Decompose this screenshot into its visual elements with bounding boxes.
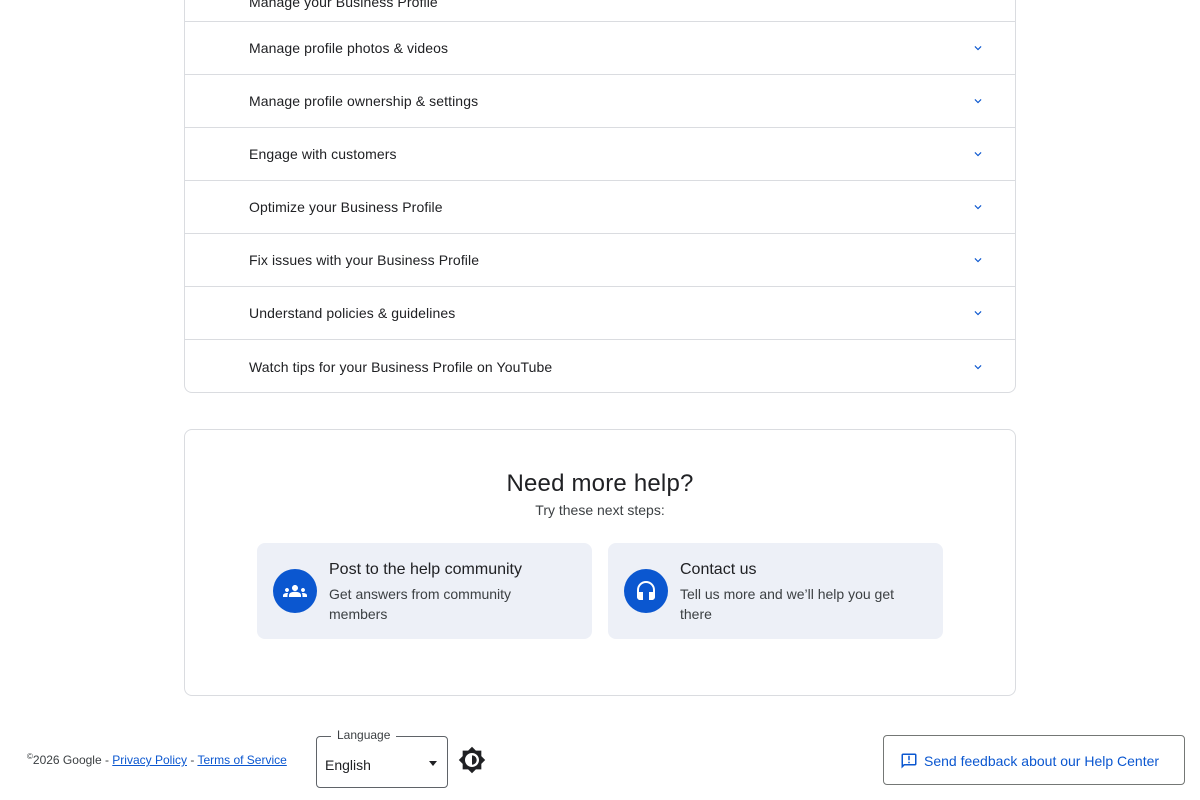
chevron-down-icon (974, 258, 982, 263)
language-label: Language (331, 728, 397, 742)
accordion-item-label: Understand policies & guidelines (249, 305, 456, 321)
theme-toggle-button[interactable] (458, 746, 486, 774)
feedback-label: Send feedback about our Help Center (924, 753, 1160, 769)
topic-accordion: Manage your Business Profile Manage prof… (184, 0, 1016, 393)
send-feedback-button[interactable]: Send feedback about our Help Center (883, 735, 1185, 785)
help-subtitle: Try these next steps: (535, 502, 665, 518)
help-title: Need more help? (506, 470, 694, 497)
accordion-item-label: Watch tips for your Business Profile on … (249, 358, 553, 375)
accordion-item-youtube-tips[interactable]: Watch tips for your Business Profile on … (185, 340, 1015, 392)
brightness-icon (458, 746, 486, 774)
accordion-item-ownership-settings[interactable]: Manage profile ownership & settings (185, 75, 1015, 128)
copyright-text: 2026 Google - (32, 753, 113, 767)
privacy-policy-link[interactable]: Privacy Policy (112, 753, 187, 767)
accordion-item-label: Manage your Business Profile (249, 0, 438, 10)
accordion-item-label: Optimize your Business Profile (249, 199, 443, 215)
chevron-down-icon (974, 46, 982, 51)
terms-of-service-link[interactable]: Terms of Service (197, 753, 286, 767)
accordion-item-policies-guidelines[interactable]: Understand policies & guidelines (185, 287, 1015, 340)
post-to-community-option[interactable]: Post to the help community Get answers f… (257, 543, 592, 639)
option-title: Contact us (680, 561, 757, 578)
dropdown-caret-icon (429, 761, 437, 766)
accordion-item-label: Manage profile photos & videos (249, 40, 449, 56)
accordion-item-label: Engage with customers (249, 146, 397, 162)
accordion-item-label: Manage profile ownership & settings (249, 93, 479, 109)
need-more-help-card: Need more help? Try these next steps: Po… (184, 429, 1016, 696)
language-select[interactable]: Language English (316, 728, 448, 788)
accordion-item-optimize-profile[interactable]: Optimize your Business Profile (185, 181, 1015, 234)
footer-legal: ©2026 Google - Privacy Policy - Terms of… (27, 752, 287, 767)
chevron-down-icon (974, 364, 982, 369)
feedback-icon (901, 753, 917, 769)
community-icon (273, 569, 317, 613)
headset-icon (624, 569, 668, 613)
language-value: English (325, 757, 371, 773)
chevron-down-icon (974, 311, 982, 316)
accordion-item-photos-videos[interactable]: Manage profile photos & videos (185, 22, 1015, 75)
accordion-item-engage-customers[interactable]: Engage with customers (185, 128, 1015, 181)
option-title: Post to the help community (329, 561, 522, 578)
chevron-down-icon (974, 99, 982, 104)
accordion-item-manage-profile[interactable]: Manage your Business Profile (185, 0, 1015, 22)
option-description: Get answers from community members (329, 586, 512, 622)
chevron-down-icon (974, 152, 982, 157)
contact-us-option[interactable]: Contact us Tell us more and we’ll help y… (608, 543, 943, 639)
accordion-item-label: Fix issues with your Business Profile (249, 252, 480, 268)
footer-separator: - (186, 753, 198, 767)
accordion-item-fix-issues[interactable]: Fix issues with your Business Profile (185, 234, 1015, 287)
option-description: Tell us more and we’ll help you get ther… (680, 586, 895, 622)
chevron-down-icon (974, 205, 982, 210)
